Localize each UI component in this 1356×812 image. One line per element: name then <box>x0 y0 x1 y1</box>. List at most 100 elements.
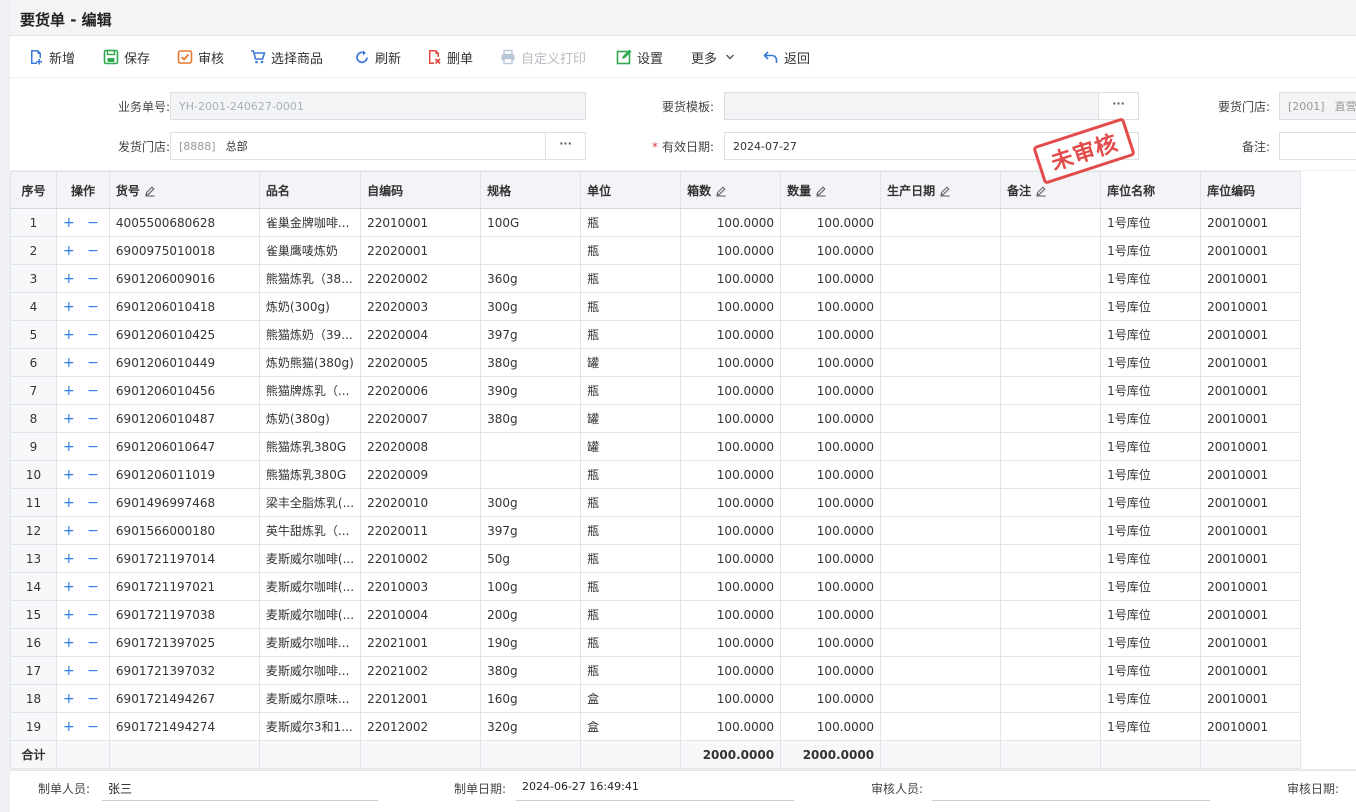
table-cell-boxes[interactable]: 100.0000 <box>680 712 782 741</box>
table-cell-code[interactable]: 6901721494274 <box>108 712 260 741</box>
table-cell-prod-date[interactable] <box>880 376 1002 405</box>
table-cell-code[interactable]: 6901721197014 <box>108 544 260 573</box>
table-cell-code[interactable]: 6901721197038 <box>108 600 260 629</box>
back-button[interactable]: 返回 <box>763 46 810 68</box>
table-cell-code[interactable]: 6901721397025 <box>108 628 260 657</box>
table-row[interactable]: 8 + −6901206010487 炼奶(380g) 22020007 380g 罐 10… <box>10 404 1302 433</box>
table-cell-prod-date[interactable] <box>880 572 1002 601</box>
table-cell-op[interactable]: + − <box>56 264 110 293</box>
audit-button[interactable]: 审核 <box>177 46 224 68</box>
table-cell-remark[interactable] <box>1000 320 1102 349</box>
col-header-code[interactable]: 货号 <box>108 171 260 209</box>
table-cell-op[interactable]: + − <box>56 544 110 573</box>
table-cell-code[interactable]: 4005500680628 <box>108 208 260 237</box>
col-header-name[interactable]: 品名 <box>258 171 362 209</box>
table-cell-qty[interactable]: 100.0000 <box>780 236 882 265</box>
table-cell-prod-date[interactable] <box>880 488 1002 517</box>
col-header-prod-date[interactable]: 生产日期 <box>880 171 1002 209</box>
table-cell-remark[interactable] <box>1000 488 1102 517</box>
table-cell-prod-date[interactable] <box>880 292 1002 321</box>
add-remove-row-icons[interactable]: + − <box>63 467 103 483</box>
table-cell-op[interactable]: + − <box>56 572 110 601</box>
template-field[interactable]: ··· <box>724 92 1139 120</box>
table-cell-prod-date[interactable] <box>880 236 1002 265</box>
table-row[interactable]: 3 + − 6901206009016 熊猫炼乳（38... 22020002 360g 瓶… <box>10 264 1302 293</box>
col-header-loc-name[interactable]: 库位名称 <box>1100 171 1202 209</box>
table-cell-remark[interactable] <box>1000 600 1102 629</box>
add-remove-row-icons[interactable]: + − <box>63 523 103 539</box>
delete-order-button[interactable]: 删单 <box>426 46 473 68</box>
table-cell-remark[interactable] <box>1000 628 1102 657</box>
table-cell-op[interactable]: + − <box>56 516 110 545</box>
table-cell-qty[interactable]: 100.0000 <box>780 712 882 741</box>
table-cell-op[interactable]: + − <box>56 208 110 237</box>
table-cell-boxes[interactable]: 100.0000 <box>680 264 782 293</box>
refresh-button[interactable]: 刷新 <box>354 46 401 68</box>
table-cell-qty[interactable]: 100.0000 <box>780 404 882 433</box>
table-row[interactable]: 17 + − 6901721397032 麦斯威尔咖啡... 22021002 380g 瓶… <box>10 656 1302 685</box>
table-cell-boxes[interactable]: 100.0000 <box>680 600 782 629</box>
table-cell-remark[interactable] <box>1000 292 1102 321</box>
table-cell-qty[interactable]: 100.0000 <box>780 628 882 657</box>
ship-store-field[interactable]: [8888] 总部 ··· <box>170 132 586 160</box>
table-cell-remark[interactable] <box>1000 684 1102 713</box>
table-cell-prod-date[interactable] <box>880 264 1002 293</box>
table-cell-qty[interactable]: 100.0000 <box>780 600 882 629</box>
table-cell-prod-date[interactable] <box>880 320 1002 349</box>
table-cell-op[interactable]: + − <box>56 712 110 741</box>
table-row[interactable]: 6 + − 6901206010449 炼奶熊猫(380g) 22020005 380g 罐… <box>10 348 1302 377</box>
table-cell-boxes[interactable]: 100.0000 <box>680 236 782 265</box>
table-cell-prod-date[interactable] <box>880 600 1002 629</box>
table-cell-op[interactable]: + − <box>56 236 110 265</box>
add-remove-row-icons[interactable]: + − <box>63 327 103 343</box>
table-cell-op[interactable]: + − <box>56 488 110 517</box>
table-cell-boxes[interactable]: 100.0000 <box>680 628 782 657</box>
table-cell-op[interactable]: + − <box>56 628 110 657</box>
table-cell-remark[interactable] <box>1000 236 1102 265</box>
add-remove-row-icons[interactable]: + − <box>63 691 103 707</box>
table-cell-prod-date[interactable] <box>880 516 1002 545</box>
table-cell-op[interactable]: + − <box>56 684 110 713</box>
custom-print-button[interactable]: 自定义打印 <box>500 46 586 68</box>
table-cell-op[interactable]: + − <box>56 376 110 405</box>
table-cell-remark[interactable] <box>1000 404 1102 433</box>
table-cell-prod-date[interactable] <box>880 404 1002 433</box>
col-header-loc-code[interactable]: 库位编码 <box>1200 171 1302 209</box>
table-cell-code[interactable]: 6901721397032 <box>108 656 260 685</box>
col-header-op[interactable]: 操作 <box>56 171 110 209</box>
table-row[interactable]: 9 + −6901206010647 熊猫炼乳380G 22020008 罐 100.00… <box>10 432 1302 461</box>
table-cell-code[interactable]: 6901206010487 <box>108 404 260 433</box>
table-cell-code[interactable]: 6901206011019 <box>108 460 260 489</box>
table-cell-boxes[interactable]: 100.0000 <box>680 572 782 601</box>
table-row[interactable]: 5 + − 6901206010425 熊猫炼奶（39... 22020004 397g 瓶… <box>10 320 1302 349</box>
table-cell-boxes[interactable]: 100.0000 <box>680 404 782 433</box>
table-cell-prod-date[interactable] <box>880 432 1002 461</box>
table-cell-remark[interactable] <box>1000 348 1102 377</box>
table-cell-op[interactable]: + − <box>56 348 110 377</box>
table-row[interactable]: 11 + − 6901496997468 梁丰全脂炼乳(... 22020010 300g… <box>10 488 1302 517</box>
table-cell-prod-date[interactable] <box>880 544 1002 573</box>
col-header-selfcode[interactable]: 自编码 <box>360 171 482 209</box>
table-row[interactable]: 18 + − 6901721494267 麦斯威尔原味... 22012001 160g 盒… <box>10 684 1302 713</box>
add-remove-row-icons[interactable]: + − <box>63 411 103 427</box>
table-cell-remark[interactable] <box>1000 432 1102 461</box>
add-remove-row-icons[interactable]: + − <box>63 243 103 259</box>
table-cell-op[interactable]: + − <box>56 600 110 629</box>
ship-store-picker-button[interactable]: ··· <box>545 133 585 159</box>
table-cell-code[interactable]: 6901206010647 <box>108 432 260 461</box>
table-row[interactable]: 1 + −4005500680628 雀巢金牌咖啡... 22010001 100G 瓶 1… <box>10 208 1302 237</box>
table-cell-qty[interactable]: 100.0000 <box>780 488 882 517</box>
table-cell-remark[interactable] <box>1000 544 1102 573</box>
add-remove-row-icons[interactable]: + − <box>63 551 103 567</box>
table-cell-code[interactable]: 6901206010418 <box>108 292 260 321</box>
table-cell-code[interactable]: 6901566000180 <box>108 516 260 545</box>
table-cell-qty[interactable]: 100.0000 <box>780 320 882 349</box>
add-remove-row-icons[interactable]: + − <box>63 383 103 399</box>
table-cell-qty[interactable]: 100.0000 <box>780 264 882 293</box>
table-row[interactable]: 12 + − 6901566000180 英牛甜炼乳（... 22020011 397g 瓶… <box>10 516 1302 545</box>
table-cell-prod-date[interactable] <box>880 628 1002 657</box>
table-cell-remark[interactable] <box>1000 572 1102 601</box>
order-no-field[interactable]: YH-2001-240627-0001 <box>170 92 586 120</box>
table-cell-op[interactable]: + − <box>56 432 110 461</box>
table-cell-qty[interactable]: 100.0000 <box>780 572 882 601</box>
